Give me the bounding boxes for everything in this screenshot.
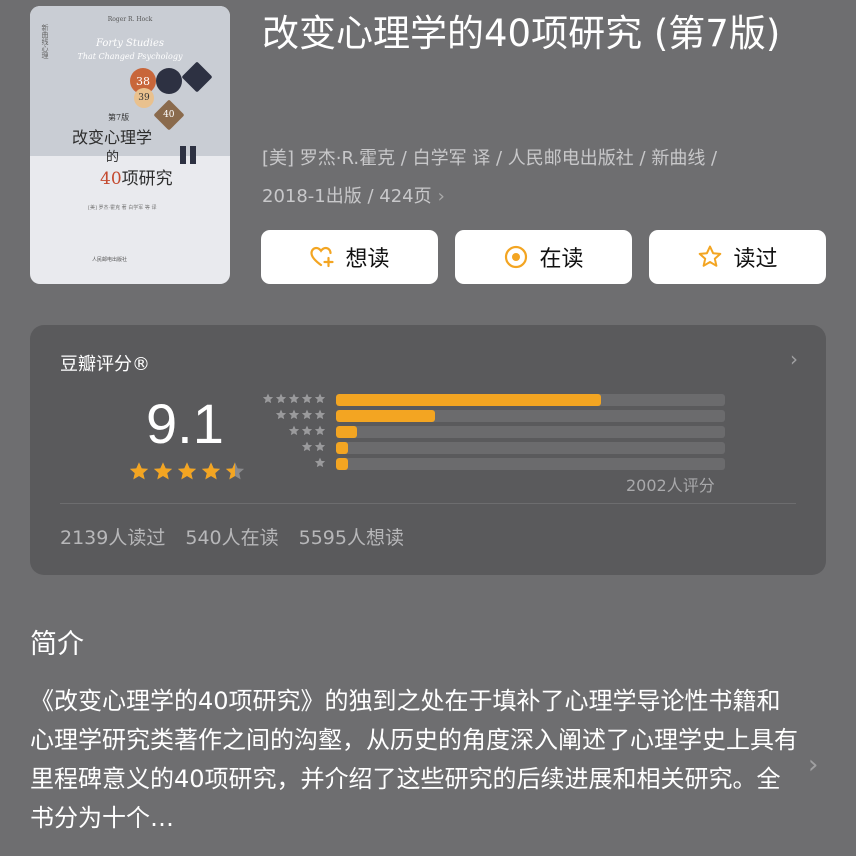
cover-edition: 第7版 — [108, 113, 130, 122]
rating-row-stars — [314, 457, 326, 469]
cover-diamond-40-label: 40 — [163, 109, 175, 120]
small-star-icon — [302, 409, 312, 420]
rating-bar-track — [336, 442, 725, 454]
rating-bar-fill — [336, 394, 601, 406]
rating-bar-track — [336, 394, 725, 406]
cover-circle-39: 39 — [134, 88, 154, 108]
book-meta-line2: 2018-1出版 / 424页 — [262, 186, 432, 207]
cover-zh-title-3: 40项研究 — [100, 164, 173, 189]
rating-bar-fill — [336, 458, 348, 470]
radio-dot-icon — [505, 245, 528, 269]
cover-author: Roger R. Hock — [107, 16, 153, 23]
reading-label: 在读 — [539, 247, 584, 272]
rating-bar-track — [336, 458, 725, 470]
cover-english-subtitle: That Changed Psychology — [77, 52, 183, 61]
rating-bar-track — [336, 426, 725, 438]
rating-row-1-star — [30, 457, 826, 471]
cover-figure — [180, 146, 186, 164]
cover-zh-title-rest: 项研究 — [121, 169, 173, 189]
reading-button[interactable]: 在读 — [455, 230, 632, 284]
small-star-icon — [276, 393, 286, 404]
rating-row-stars — [275, 409, 326, 421]
have-read-button[interactable]: 读过 — [649, 230, 826, 284]
book-meta-line2-row: 2018-1出版 / 424页 › — [262, 178, 828, 216]
small-star-icon — [315, 441, 325, 452]
intro-heading: 简介 — [30, 629, 84, 660]
stat-reading[interactable]: 540人在读 — [185, 523, 278, 550]
book-meta[interactable]: [美] 罗杰·R.霍克 / 白学军 译 / 人民邮电出版社 / 新曲线 / 20… — [262, 140, 828, 216]
reading-stats: 2139人读过 540人在读 5595人想读 — [60, 523, 404, 550]
book-cover[interactable]: Roger R. Hock 新曲线心理 Forty Studies That C… — [30, 6, 230, 284]
cover-english-title: Forty Studies — [96, 38, 164, 49]
rating-row-4-star — [30, 409, 826, 423]
small-star-icon — [302, 425, 312, 436]
want-to-read-label: 想读 — [345, 247, 390, 272]
small-star-icon — [315, 425, 325, 436]
rating-divider — [60, 503, 796, 504]
rating-card[interactable]: 豆瓣评分® › 9.1 2002人评分 2139人读过 540人在读 5595人… — [30, 325, 826, 575]
stat-read[interactable]: 2139人读过 — [60, 523, 165, 550]
rating-row-2-star — [30, 441, 826, 455]
cover-publisher: 人民邮电出版社 — [92, 257, 128, 263]
small-star-icon — [315, 457, 325, 468]
cover-figure-2 — [190, 146, 196, 164]
small-star-icon — [263, 393, 273, 404]
small-star-icon — [302, 393, 312, 404]
small-star-icon — [315, 393, 325, 404]
meta-chevron-icon: › — [437, 186, 445, 207]
rating-bar-fill — [336, 410, 436, 422]
rating-bar-track — [336, 410, 725, 422]
intro-text[interactable]: 《改变心理学的40项研究》的独到之处在于填补了心理学导论性书籍和心理学研究类著作… — [30, 682, 800, 838]
cover-zh-title-1: 改变心理学 — [72, 128, 153, 147]
small-star-icon — [289, 425, 299, 436]
rating-bar-fill — [336, 426, 358, 438]
small-star-icon — [289, 393, 299, 404]
want-to-read-button[interactable]: 想读 — [261, 230, 438, 284]
small-star-icon — [289, 409, 299, 420]
rating-title: 豆瓣评分® — [60, 354, 150, 375]
small-star-icon — [315, 409, 325, 420]
star-outline-icon — [699, 245, 722, 267]
small-star-icon — [276, 409, 286, 420]
stat-want[interactable]: 5595人想读 — [299, 523, 404, 550]
book-meta-line1: [美] 罗杰·R.霍克 / 白学军 译 / 人民邮电出版社 / 新曲线 / — [262, 148, 718, 169]
rating-count: 2002人评分 — [626, 476, 715, 495]
cover-zh-title-number: 40 — [100, 169, 122, 189]
intro-chevron-icon[interactable]: › — [808, 750, 818, 780]
cover-zh-title-2: 的 — [106, 150, 120, 165]
heart-plus-icon — [310, 246, 335, 268]
rating-bar-fill — [336, 442, 348, 454]
rating-row-3-star — [30, 425, 826, 439]
cover-translators: [美] 罗杰·霍克 著 白学军 等 译 — [88, 205, 157, 211]
rating-row-5-star — [30, 393, 826, 407]
cover-circle-dark — [156, 68, 182, 94]
rating-chevron-icon[interactable]: › — [790, 347, 798, 371]
have-read-label: 读过 — [733, 247, 778, 272]
rating-row-stars — [301, 441, 326, 453]
book-title: 改变心理学的40项研究 (第7版) — [262, 12, 781, 55]
rating-row-stars — [262, 393, 326, 405]
small-star-icon — [302, 441, 312, 452]
rating-row-stars — [288, 425, 326, 437]
